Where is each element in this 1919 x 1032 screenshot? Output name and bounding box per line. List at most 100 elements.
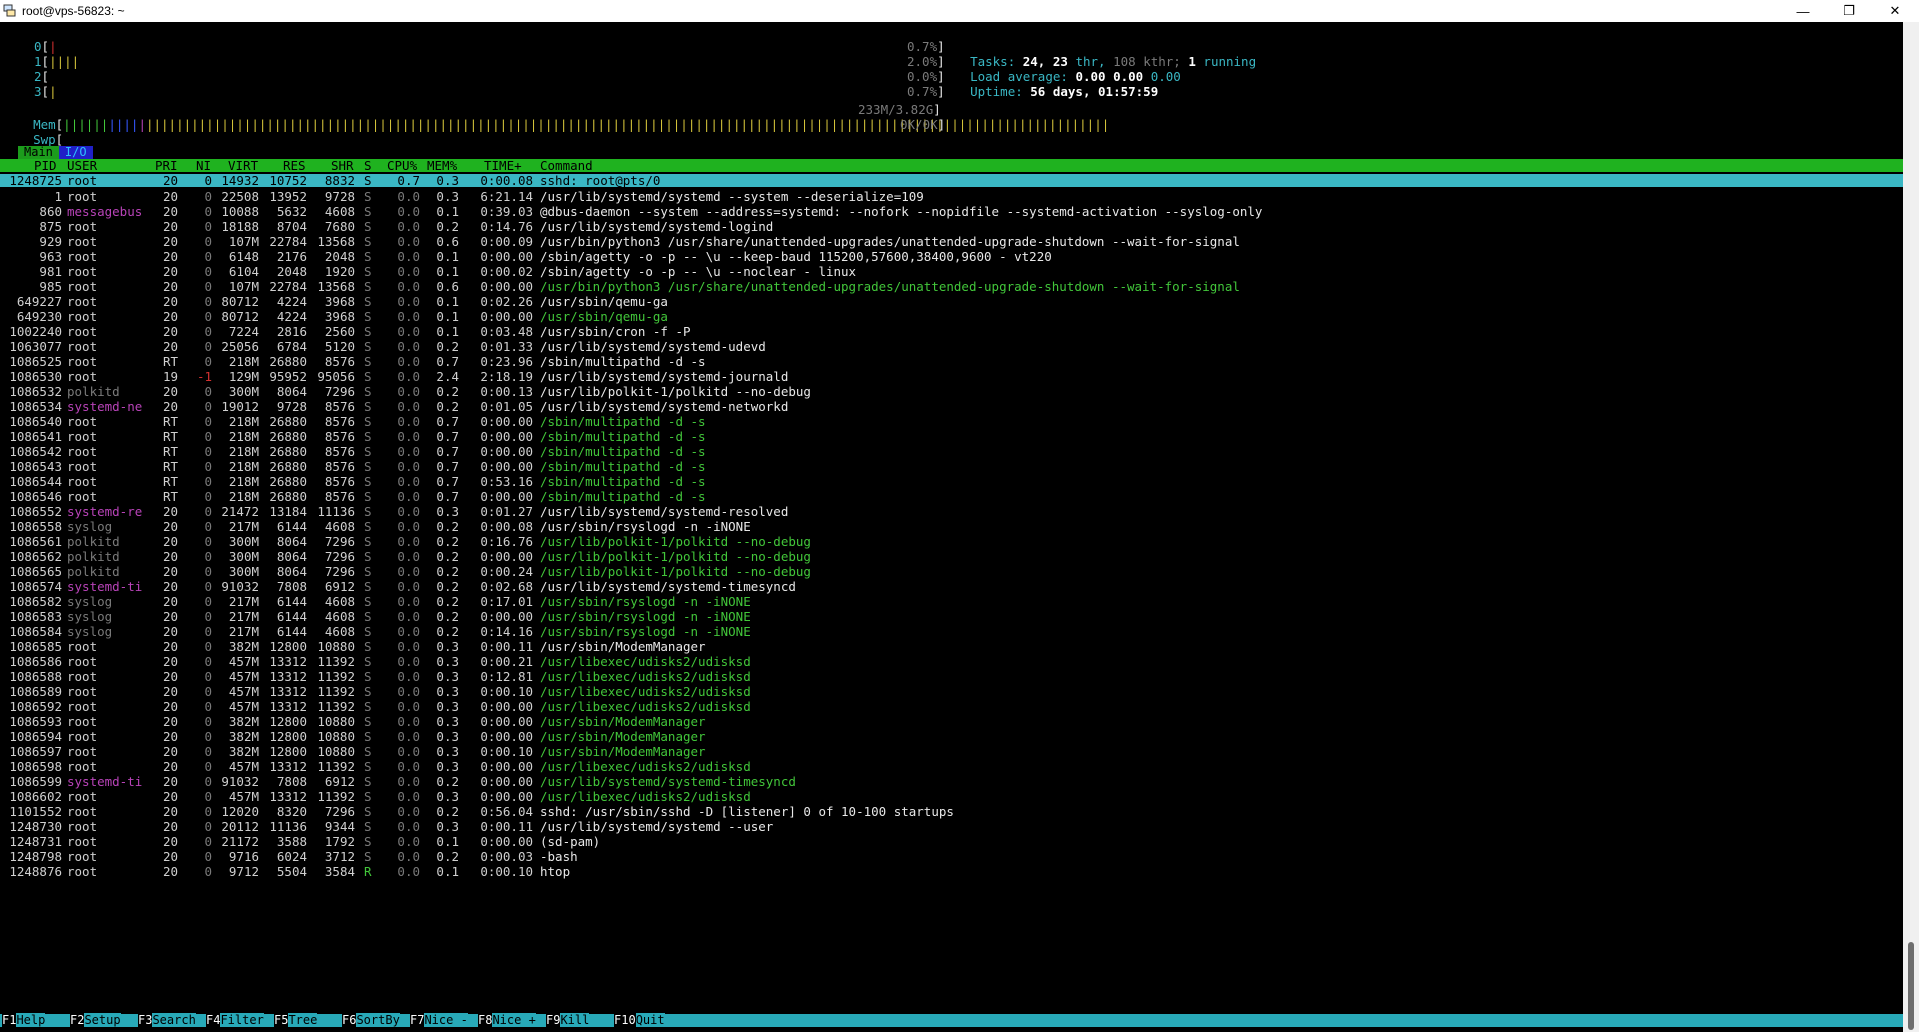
cell-virt: 91032	[221, 579, 259, 594]
cell-user: root	[67, 864, 98, 879]
table-row[interactable]: 929 root 20 0 107M 22784 13568 S 0.0 0.6 0:00.09/u…	[0, 234, 1903, 249]
col-pid[interactable]: PID	[34, 159, 57, 172]
table-row[interactable]: 1086589 root 20 0 457M 13312 11392 S 0.0 0.3 0:00.…	[0, 684, 1903, 699]
table-row[interactable]: 860 messagebus 20 0 10088 5632 4608 S 0.0 0.1 0:39…	[0, 204, 1903, 219]
table-row[interactable]: 1086543 root RT 0 218M 26880 8576 S 0.0 0.7 0:00.0…	[0, 459, 1903, 474]
fkey-label: Filter	[220, 1013, 264, 1027]
table-row[interactable]: 985 root 20 0 107M 22784 13568 S 0.0 0.6 0:00.00/u…	[0, 279, 1903, 294]
col-shr[interactable]: SHR	[331, 159, 354, 172]
table-row-selected[interactable]: 1248725 root 20 0 14932 10752 8832 S 0.7 0.3 0:00.…	[0, 174, 1903, 187]
table-row[interactable]: 1086562 polkitd 20 0 300M 8064 7296 S 0.0 0.2 0:00…	[0, 549, 1903, 564]
table-row[interactable]: 1086561 polkitd 20 0 300M 8064 7296 S 0.0 0.2 0:16…	[0, 534, 1903, 549]
table-row[interactable]: 1086594 root 20 0 382M 12800 10880 S 0.0 0.3 0:00.…	[0, 729, 1903, 744]
table-row[interactable]: 1086541 root RT 0 218M 26880 8576 S 0.0 0.7 0:00.0…	[0, 429, 1903, 444]
table-row[interactable]: 963 root 20 0 6148 2176 2048 S 0.0 0.1 0:00.00/sbi…	[0, 249, 1903, 264]
table-row[interactable]: 1086574 systemd-ti 20 0 91032 7808 6912 S 0.0 0.2…	[0, 579, 1903, 594]
table-row[interactable]: 1086597 root 20 0 382M 12800 10880 S 0.0 0.3 0:00.…	[0, 744, 1903, 759]
table-row[interactable]: 1101552 root 20 0 12020 8320 7296 S 0.0 0.2 0:56.0…	[0, 804, 1903, 819]
table-row[interactable]: 1086592 root 20 0 457M 13312 11392 S 0.0 0.3 0:00.…	[0, 699, 1903, 714]
cell-pri: 20	[162, 519, 178, 534]
cell-time: 0:00.11	[480, 819, 533, 834]
table-row[interactable]: 1086593 root 20 0 382M 12800 10880 S 0.0 0.3 0:00.…	[0, 714, 1903, 729]
close-button[interactable]: ✕	[1872, 0, 1918, 22]
fkey-key: F5	[274, 1013, 289, 1027]
col-cpu[interactable]: CPU%	[387, 159, 417, 172]
table-row[interactable]: 1086546 root RT 0 218M 26880 8576 S 0.0 0.7 0:00.0…	[0, 489, 1903, 504]
table-row[interactable]: 1086530 root 19 -1 129M 95952 95056 S 0.0 2.4 2:18…	[0, 369, 1903, 384]
cell-res: 26880	[269, 354, 307, 369]
fkey-f2[interactable]: F2Setup	[70, 1013, 121, 1027]
cell-pri: RT	[162, 444, 178, 459]
fkey-f10[interactable]: F10Quit	[614, 1013, 665, 1027]
cell-pri: 20	[162, 249, 178, 264]
table-row[interactable]: 1086582 syslog 20 0 217M 6144 4608 S 0.0 0.2 0:17.…	[0, 594, 1903, 609]
cell-time: 0:00.03	[480, 849, 533, 864]
table-row[interactable]: 1086534 systemd-ne 20 0 19012 9728 8576 S 0.0 0.2…	[0, 399, 1903, 414]
cell-ni: 0	[204, 339, 212, 354]
cell-ni: 0	[204, 519, 212, 534]
col-res[interactable]: RES	[283, 159, 306, 172]
cpu-meter-value-0: 0.7%]	[907, 39, 945, 54]
fkey-f8[interactable]: F8Nice +	[478, 1013, 536, 1027]
table-row[interactable]: 1086540 root RT 0 218M 26880 8576 S 0.0 0.7 0:00.0…	[0, 414, 1903, 429]
table-row[interactable]: 1086544 root RT 0 218M 26880 8576 S 0.0 0.7 0:53.1…	[0, 474, 1903, 489]
table-row[interactable]: 1 root 20 0 22508 13952 9728 S 0.0 0.3 6:21.14/usr…	[0, 189, 1903, 204]
maximize-button[interactable]: ❐	[1826, 0, 1872, 22]
col-s[interactable]: S	[364, 159, 372, 172]
cell-ni: 0	[204, 549, 212, 564]
scrollbar-thumb[interactable]	[1908, 942, 1914, 1030]
table-row[interactable]: 981 root 20 0 6104 2048 1920 S 0.0 0.1 0:00.02/sbi…	[0, 264, 1903, 279]
fkey-f5[interactable]: F5Tree	[274, 1013, 318, 1027]
col-ni[interactable]: NI	[196, 159, 211, 172]
terminal-scrollbar[interactable]	[1903, 22, 1919, 1032]
table-row[interactable]: 1248730 root 20 0 20112 11136 9344 S 0.0 0.3 0:00.…	[0, 819, 1903, 834]
fkey-f4[interactable]: F4Filter	[206, 1013, 264, 1027]
fkey-f1[interactable]: F1Help	[2, 1013, 46, 1027]
table-row[interactable]: 1086602 root 20 0 457M 13312 11392 S 0.0 0.3 0:00.…	[0, 789, 1903, 804]
cell-pid: 1086552	[9, 504, 62, 519]
cell-pri: 20	[162, 699, 178, 714]
fkey-f3[interactable]: F3Search	[138, 1013, 196, 1027]
table-row[interactable]: 1086565 polkitd 20 0 300M 8064 7296 S 0.0 0.2 0:00…	[0, 564, 1903, 579]
cell-virt: 12020	[221, 804, 259, 819]
table-row[interactable]: 1248731 root 20 0 21172 3588 1792 S 0.0 0.1 0:00.0…	[0, 834, 1903, 849]
cell-cpu: 0.0	[397, 774, 420, 789]
fkey-f7[interactable]: F7Nice -	[410, 1013, 468, 1027]
col-time[interactable]: TIME+	[484, 159, 522, 172]
table-row[interactable]: 1086542 root RT 0 218M 26880 8576 S 0.0 0.7 0:00.0…	[0, 444, 1903, 459]
table-row[interactable]: 1063077 root 20 0 25056 6784 5120 S 0.0 0.2 0:01.3…	[0, 339, 1903, 354]
cell-pid: 1086597	[9, 744, 62, 759]
fkey-f6[interactable]: F6SortBy	[342, 1013, 400, 1027]
table-row[interactable]: 1086598 root 20 0 457M 13312 11392 S 0.0 0.3 0:00.…	[0, 759, 1903, 774]
table-row[interactable]: 1086583 syslog 20 0 217M 6144 4608 S 0.0 0.2 0:00.…	[0, 609, 1903, 624]
col-command[interactable]: Command	[540, 159, 593, 172]
table-row[interactable]: 1086584 syslog 20 0 217M 6144 4608 S 0.0 0.2 0:14.…	[0, 624, 1903, 639]
col-virt[interactable]: VIRT	[228, 159, 258, 172]
table-row[interactable]: 875 root 20 0 18188 8704 7680 S 0.0 0.2 0:14.76/us…	[0, 219, 1903, 234]
col-mem[interactable]: MEM%	[427, 159, 457, 172]
cell-mem: 0.1	[436, 294, 459, 309]
cell-time: 0:00.00	[480, 429, 533, 444]
fkey-f9[interactable]: F9Kill	[546, 1013, 590, 1027]
table-row[interactable]: 1248876 root 20 0 9712 5504 3584 R 0.0 0.1 0:00.10…	[0, 864, 1903, 879]
table-row[interactable]: 1086552 systemd-re 20 0 21472 13184 11136 S 0.0 0…	[0, 504, 1903, 519]
table-row[interactable]: 1002240 root 20 0 7224 2816 2560 S 0.0 0.1 0:03.48…	[0, 324, 1903, 339]
cell-cpu: 0.0	[397, 579, 420, 594]
table-row[interactable]: 1086558 syslog 20 0 217M 6144 4608 S 0.0 0.2 0:00.…	[0, 519, 1903, 534]
table-row[interactable]: 1086588 root 20 0 457M 13312 11392 S 0.0 0.3 0:12.…	[0, 669, 1903, 684]
minimize-button[interactable]: —	[1780, 0, 1826, 22]
cell-pid: 985	[39, 279, 62, 294]
col-pri[interactable]: PRI	[155, 159, 178, 172]
table-row[interactable]: 1086599 systemd-ti 20 0 91032 7808 6912 S 0.0 0.2…	[0, 774, 1903, 789]
col-user[interactable]: USER	[67, 159, 97, 172]
cell-mem: 0.3	[436, 744, 459, 759]
table-row[interactable]: 649227 root 20 0 80712 4224 3968 S 0.0 0.1 0:02.26…	[0, 294, 1903, 309]
table-row[interactable]: 1086525 root RT 0 218M 26880 8576 S 0.0 0.7 0:23.9…	[0, 354, 1903, 369]
cell-shr: 11392	[317, 684, 355, 699]
cell-mem: 0.7	[436, 354, 459, 369]
table-row[interactable]: 1086532 polkitd 20 0 300M 8064 7296 S 0.0 0.2 0:00…	[0, 384, 1903, 399]
table-row[interactable]: 1086585 root 20 0 382M 12800 10880 S 0.0 0.3 0:00.…	[0, 639, 1903, 654]
table-row[interactable]: 1248798 root 20 0 9716 6024 3712 S 0.0 0.2 0:00.03…	[0, 849, 1903, 864]
table-row[interactable]: 649230 root 20 0 80712 4224 3968 S 0.0 0.1 0:00.00…	[0, 309, 1903, 324]
table-row[interactable]: 1086586 root 20 0 457M 13312 11392 S 0.0 0.3 0:00.…	[0, 654, 1903, 669]
